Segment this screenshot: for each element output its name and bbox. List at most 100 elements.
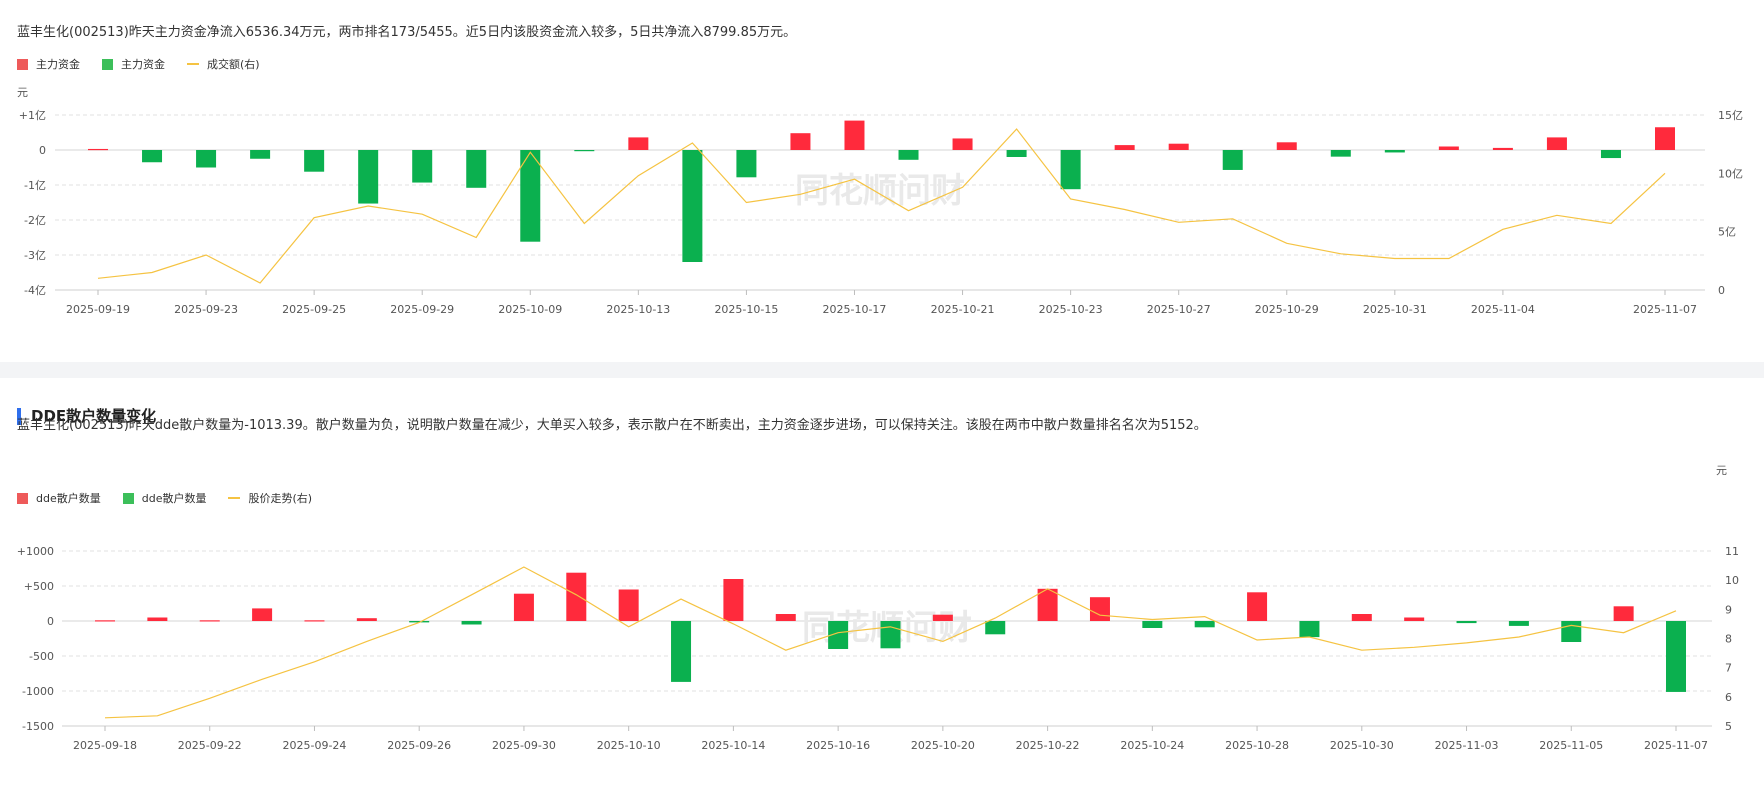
bar-negative bbox=[985, 621, 1006, 635]
x-tick-label: 2025-09-29 bbox=[390, 303, 454, 316]
x-tick-label: 2025-10-23 bbox=[1039, 303, 1103, 316]
x-tick-label: 2025-11-05 bbox=[1539, 739, 1603, 752]
left-tick-label: -1亿 bbox=[24, 179, 46, 192]
left-tick-label: -2亿 bbox=[24, 214, 46, 227]
x-tick-label: 2025-09-25 bbox=[282, 303, 346, 316]
x-tick-label: 2025-10-10 bbox=[597, 739, 661, 752]
bar-negative bbox=[466, 150, 487, 188]
bar-negative bbox=[1299, 621, 1320, 638]
bar-negative bbox=[358, 150, 379, 204]
bar-negative bbox=[1222, 150, 1243, 170]
right-tick-label: 10 bbox=[1725, 574, 1739, 587]
bar-negative bbox=[1060, 150, 1081, 190]
right-tick-label: 15亿 bbox=[1718, 109, 1743, 122]
bar-positive bbox=[1404, 617, 1425, 621]
fund-flow-chart: 元 同花顺问财 +1亿 0 -1亿 -2亿 -3亿 -4亿 15亿 10亿 5亿 0 2025-… bbox=[17, 86, 1743, 316]
bar-negative bbox=[250, 150, 271, 159]
bar-negative bbox=[196, 150, 217, 168]
bar-positive bbox=[304, 620, 325, 622]
left-tick-label: -1500 bbox=[22, 720, 54, 733]
bar-positive bbox=[1037, 588, 1058, 621]
panel-separator bbox=[0, 362, 1764, 378]
bar-negative bbox=[304, 150, 325, 172]
right-tick-label: 9 bbox=[1725, 603, 1732, 616]
bar-negative bbox=[898, 150, 919, 160]
left-tick-label: 0 bbox=[47, 615, 54, 628]
bar-positive bbox=[1351, 614, 1372, 621]
x-tick-label: 2025-10-22 bbox=[1016, 739, 1080, 752]
bar-negative bbox=[1384, 150, 1405, 153]
bar-negative bbox=[412, 150, 433, 183]
bar-negative bbox=[142, 150, 163, 163]
bar-positive bbox=[566, 572, 587, 621]
x-tick-label: 2025-09-22 bbox=[178, 739, 242, 752]
bar-positive bbox=[932, 614, 953, 621]
x-tick-label: 2025-10-30 bbox=[1330, 739, 1394, 752]
bar-negative bbox=[1330, 150, 1351, 157]
left-axis: +1亿 0 -1亿 -2亿 -3亿 -4亿 bbox=[19, 109, 46, 297]
bar-positive bbox=[723, 579, 744, 621]
bar-positive bbox=[1492, 147, 1513, 150]
bar-negative bbox=[1666, 621, 1686, 692]
x-tick-label: 2025-10-24 bbox=[1120, 739, 1184, 752]
x-tick-label: 2025-10-29 bbox=[1255, 303, 1319, 316]
left-tick-label: -3亿 bbox=[24, 249, 46, 262]
right-tick-label: 10亿 bbox=[1718, 167, 1743, 180]
right-axis: 15亿 10亿 5亿 0 bbox=[1718, 109, 1743, 297]
bar-positive bbox=[1546, 137, 1567, 150]
right-tick-label: 8 bbox=[1725, 633, 1732, 646]
right-tick-label: 6 bbox=[1725, 691, 1732, 704]
bar-positive bbox=[952, 138, 973, 150]
x-tick-label: 2025-09-18 bbox=[73, 739, 137, 752]
x-tick-label: 2025-10-16 bbox=[806, 739, 870, 752]
right-tick-label: 0 bbox=[1718, 284, 1725, 297]
bar-series bbox=[95, 572, 1686, 692]
bar-negative bbox=[461, 621, 482, 625]
left-tick-label: -1000 bbox=[22, 685, 54, 698]
watermark-text: 同花顺问财 bbox=[795, 171, 965, 211]
x-tick-label: 2025-10-21 bbox=[931, 303, 995, 316]
right-tick-label: 7 bbox=[1725, 662, 1732, 675]
bar-positive bbox=[790, 133, 811, 150]
right-tick-label: 11 bbox=[1725, 545, 1739, 558]
bar-positive bbox=[513, 593, 534, 621]
x-axis: 2025-09-18 2025-09-22 2025-09-24 2025-09-26… bbox=[73, 726, 1708, 752]
right-unit-label: 元 bbox=[1716, 464, 1727, 477]
x-tick-label: 2025-10-17 bbox=[823, 303, 887, 316]
bar-positive bbox=[95, 620, 115, 622]
x-axis: 2025-09-19 2025-09-23 2025-09-25 2025-09-29… bbox=[66, 290, 1697, 316]
left-tick-label: +1亿 bbox=[19, 109, 46, 122]
bar-positive bbox=[618, 589, 639, 621]
x-tick-label: 2025-09-24 bbox=[282, 739, 346, 752]
bar-positive bbox=[1655, 127, 1675, 150]
bar-negative bbox=[1456, 621, 1477, 624]
left-unit-label: 元 bbox=[17, 86, 28, 99]
x-tick-label: 2025-11-07 bbox=[1644, 739, 1708, 752]
x-tick-label: 2025-11-03 bbox=[1435, 739, 1499, 752]
bar-positive bbox=[1168, 143, 1189, 150]
right-tick-label: 5亿 bbox=[1718, 226, 1736, 239]
x-tick-label: 2025-10-14 bbox=[701, 739, 765, 752]
x-tick-label: 2025-10-20 bbox=[911, 739, 975, 752]
bar-positive bbox=[1247, 592, 1268, 621]
bar-positive bbox=[628, 137, 649, 150]
bar-negative bbox=[736, 150, 757, 178]
bar-positive bbox=[252, 608, 273, 621]
right-axis: 11 10 9 8 7 6 5 bbox=[1725, 545, 1739, 733]
right-tick-label: 5 bbox=[1725, 720, 1732, 733]
left-tick-label: 0 bbox=[39, 144, 46, 157]
bar-positive bbox=[1114, 145, 1135, 150]
x-tick-label: 2025-09-30 bbox=[492, 739, 556, 752]
bar-negative bbox=[1600, 150, 1621, 159]
bar-positive bbox=[1089, 597, 1110, 621]
bar-positive bbox=[199, 620, 220, 622]
bar-negative bbox=[1561, 621, 1582, 642]
bar-negative bbox=[1194, 621, 1215, 628]
left-tick-label: +1000 bbox=[17, 545, 54, 558]
x-tick-label: 2025-10-27 bbox=[1147, 303, 1211, 316]
bar-negative bbox=[1006, 150, 1027, 157]
dde-panel: DDE散户数量变化 蓝丰生化(002513)昨天dde散户数量为-1013.39… bbox=[0, 378, 1764, 787]
watermark: 同花顺问财 bbox=[795, 171, 965, 211]
bar-positive bbox=[88, 148, 108, 151]
fund-flow-panel: 蓝丰生化(002513)昨天主力资金净流入6536.34万元，两市排名173/5… bbox=[0, 0, 1764, 362]
